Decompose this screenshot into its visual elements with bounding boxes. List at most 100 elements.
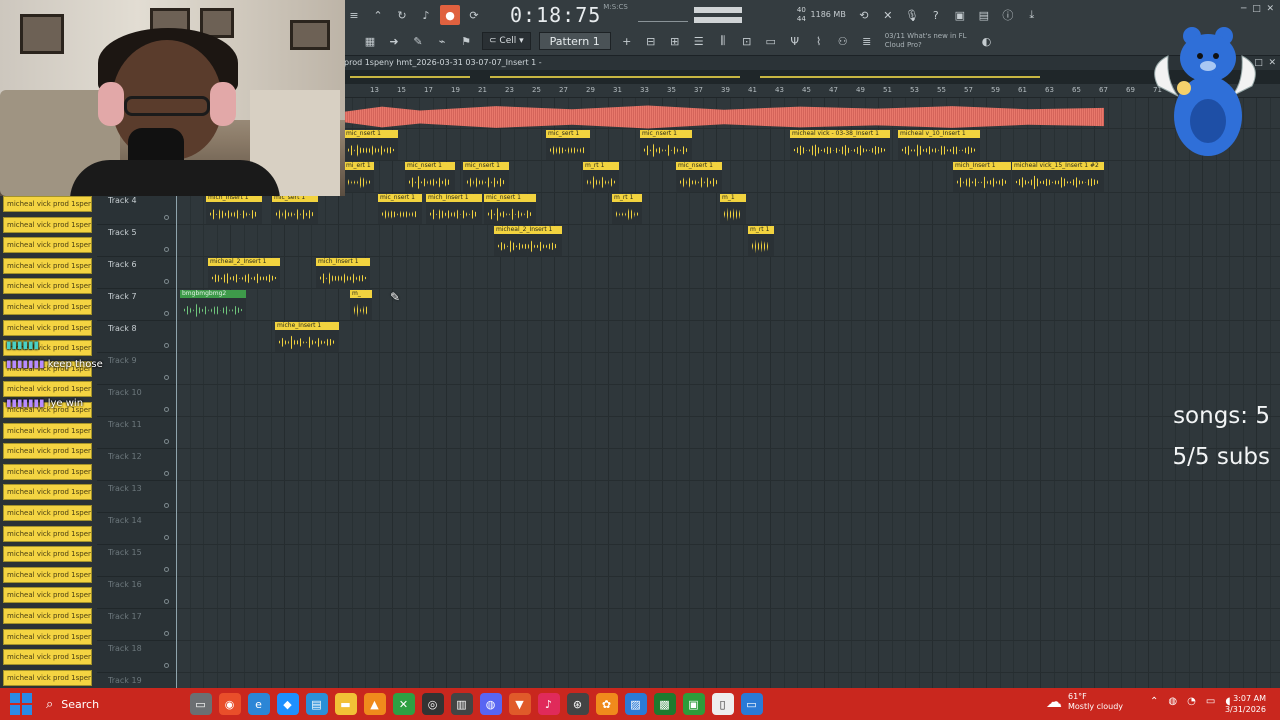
chrome-icon[interactable]: ◉ bbox=[218, 693, 241, 715]
mixer-view-icon[interactable]: ⊟ bbox=[641, 31, 661, 51]
master-volume[interactable] bbox=[693, 5, 742, 25]
track-header[interactable]: Track 8 bbox=[97, 321, 176, 353]
channel-button[interactable]: micheal vick prod 1speny bbox=[3, 587, 92, 604]
audio-clip[interactable]: mic_nsert 1 bbox=[344, 130, 398, 160]
track-enable-icon[interactable] bbox=[164, 311, 169, 316]
paint-icon[interactable]: ⌁ bbox=[432, 31, 452, 51]
volume-bar[interactable] bbox=[693, 7, 742, 13]
audio-clip[interactable]: micheal_2_Insert 1 bbox=[208, 258, 280, 288]
track-header[interactable]: Track 11 bbox=[97, 417, 176, 449]
audio-clip[interactable]: mic_nsert 1 bbox=[484, 194, 536, 224]
channel-button[interactable]: micheal vick prod 1speny bbox=[3, 525, 92, 542]
track-header[interactable]: Track 16 bbox=[97, 577, 176, 609]
audio-clip[interactable]: micheal v_10_Insert 1 bbox=[898, 130, 980, 160]
audio-clip[interactable]: m_rt 1 bbox=[583, 162, 619, 192]
nvidia-icon[interactable]: ▣ bbox=[682, 693, 705, 715]
weather-widget[interactable]: ☁ 61°F Mostly cloudy bbox=[1046, 692, 1123, 712]
channel-button[interactable]: micheal vick prod 1speny bbox=[3, 649, 92, 666]
time-display[interactable]: 0:18:75 bbox=[510, 3, 601, 27]
tiktok-icon[interactable]: ♪ bbox=[537, 693, 560, 715]
window-icon[interactable]: ▭ bbox=[740, 693, 763, 715]
brave-icon[interactable]: ▼ bbox=[508, 693, 531, 715]
app-icon[interactable]: ◆ bbox=[276, 693, 299, 715]
metronome-icon[interactable]: ♪ bbox=[416, 5, 436, 25]
clipboard-icon[interactable]: ▭ bbox=[761, 31, 781, 51]
close-icon[interactable]: ✕ bbox=[1266, 4, 1274, 14]
channel-button[interactable]: micheal vick prod 1speny bbox=[3, 422, 92, 439]
audio-clip[interactable]: miche_Insert 1 bbox=[275, 322, 339, 352]
channel-button[interactable]: micheal vick prod 1speny bbox=[3, 299, 92, 315]
notepad-icon[interactable]: ▯ bbox=[711, 693, 734, 715]
photos-icon[interactable]: ▨ bbox=[624, 693, 647, 715]
channel-button[interactable]: micheal vick prod 1speny bbox=[3, 608, 92, 624]
store-icon[interactable]: ▤ bbox=[305, 693, 328, 715]
audio-app-icon[interactable]: ▥ bbox=[450, 693, 473, 715]
track-header[interactable]: Track 17 bbox=[97, 609, 176, 641]
track-enable-icon[interactable] bbox=[164, 503, 169, 508]
track-enable-icon[interactable] bbox=[164, 407, 169, 412]
audio-clip[interactable]: mich_Insert 1 bbox=[206, 194, 262, 224]
track-header[interactable]: Track 10 bbox=[97, 385, 176, 417]
pat-song-icon[interactable]: ⌃ bbox=[368, 5, 388, 25]
pattern-select[interactable]: Pattern 1 bbox=[538, 32, 611, 50]
track-enable-icon[interactable] bbox=[164, 375, 169, 380]
stamp-icon[interactable]: ⚑ bbox=[456, 31, 476, 51]
menu-icon[interactable]: ≡ bbox=[344, 5, 364, 25]
audio-clip[interactable]: m_1 bbox=[720, 194, 746, 224]
wifi-icon[interactable]: ◔ bbox=[1187, 696, 1196, 707]
chevron-up-icon[interactable]: ⌃ bbox=[1150, 696, 1158, 707]
audio-clip[interactable]: m_ bbox=[350, 290, 372, 320]
audio-clip[interactable]: mic_nsert 1 bbox=[405, 162, 455, 192]
track-enable-icon[interactable] bbox=[164, 535, 169, 540]
audio-clip[interactable]: mic_nsert 1 bbox=[378, 194, 422, 224]
download-icon[interactable]: ⤓ bbox=[1022, 5, 1042, 25]
playlist-title-bar[interactable]: prod 1speny hmt_2026-03-31 03-07-07_Inse… bbox=[340, 56, 1280, 70]
track-header[interactable]: Track 4 bbox=[97, 193, 176, 225]
file-explorer-icon[interactable]: ▬ bbox=[334, 693, 357, 715]
track-header[interactable]: Track 7 bbox=[97, 289, 176, 321]
track-header[interactable]: Track 5 bbox=[97, 225, 176, 257]
track-header[interactable]: Track 18 bbox=[97, 641, 176, 673]
audio-clip[interactable]: mich_Insert 1 bbox=[316, 258, 370, 288]
channel-button[interactable]: micheal vick prod 1speny bbox=[3, 566, 92, 583]
audio-clip[interactable]: mich_Insert 1 bbox=[426, 194, 482, 224]
plugin-icon[interactable]: ▤ bbox=[974, 5, 994, 25]
list-icon[interactable]: ≣ bbox=[857, 31, 877, 51]
playlist-icon[interactable]: ▦ bbox=[360, 31, 380, 51]
audio-clip[interactable]: mi_ert 1 bbox=[344, 162, 374, 192]
minimize-icon[interactable]: ─ bbox=[1241, 4, 1246, 14]
track-enable-icon[interactable] bbox=[164, 567, 169, 572]
timeline-ruler[interactable]: 13 15 17 19 21 23 25 27 29 31 33 35 37 39 41 43 45 47 49 51… bbox=[340, 84, 1280, 98]
playlist-overview[interactable] bbox=[340, 70, 1280, 84]
channel-button[interactable]: micheal vick prod 1speny bbox=[3, 196, 92, 212]
maximize-icon[interactable]: □ bbox=[1252, 4, 1261, 14]
track-header[interactable]: Track 9 bbox=[97, 353, 176, 385]
loop-icon[interactable]: ↻ bbox=[392, 5, 412, 25]
channel-button[interactable]: micheal vick prod 1speny bbox=[3, 443, 92, 460]
track-enable-icon[interactable] bbox=[164, 599, 169, 604]
excel-icon[interactable]: ✕ bbox=[392, 693, 415, 715]
channel-button[interactable]: micheal vick prod 1speny bbox=[3, 546, 92, 563]
piano-roll-icon[interactable]: ☰ bbox=[689, 31, 709, 51]
audio-clip[interactable]: mic_nsert 1 bbox=[676, 162, 722, 192]
track-header[interactable]: Track 14 bbox=[97, 513, 176, 545]
game-icon[interactable]: ▩ bbox=[653, 693, 676, 715]
arrow-icon[interactable]: ➜ bbox=[384, 31, 404, 51]
channel-button[interactable]: micheal vick prod 1speny bbox=[3, 278, 92, 295]
track-enable-icon[interactable] bbox=[164, 279, 169, 284]
snap-select[interactable]: ⊂ Cell ▾ bbox=[482, 32, 531, 50]
channel-button[interactable]: micheal vick prod 1speny bbox=[3, 505, 92, 521]
channel-button[interactable]: micheal vick prod 1speny bbox=[3, 319, 92, 336]
brush-icon[interactable]: ⌇ bbox=[809, 31, 829, 51]
pitch-bar[interactable] bbox=[693, 17, 742, 23]
discord-icon[interactable]: ◍ bbox=[479, 693, 502, 715]
track-enable-icon[interactable] bbox=[164, 471, 169, 476]
help-icon[interactable]: ? bbox=[926, 5, 946, 25]
channel-rack-icon[interactable]: ⊞ bbox=[665, 31, 685, 51]
track-header[interactable]: Track 13 bbox=[97, 481, 176, 513]
audio-clip[interactable]: mic_nsert 1 bbox=[640, 130, 692, 160]
taskbar-clock[interactable]: 3:07 AM 3/31/2026 bbox=[1225, 693, 1266, 715]
track-enable-icon[interactable] bbox=[164, 439, 169, 444]
audio-clip[interactable]: micheal vick - 03-38_Insert 1 bbox=[790, 130, 890, 160]
taskbar-search[interactable]: ⌕ Search bbox=[46, 691, 186, 717]
